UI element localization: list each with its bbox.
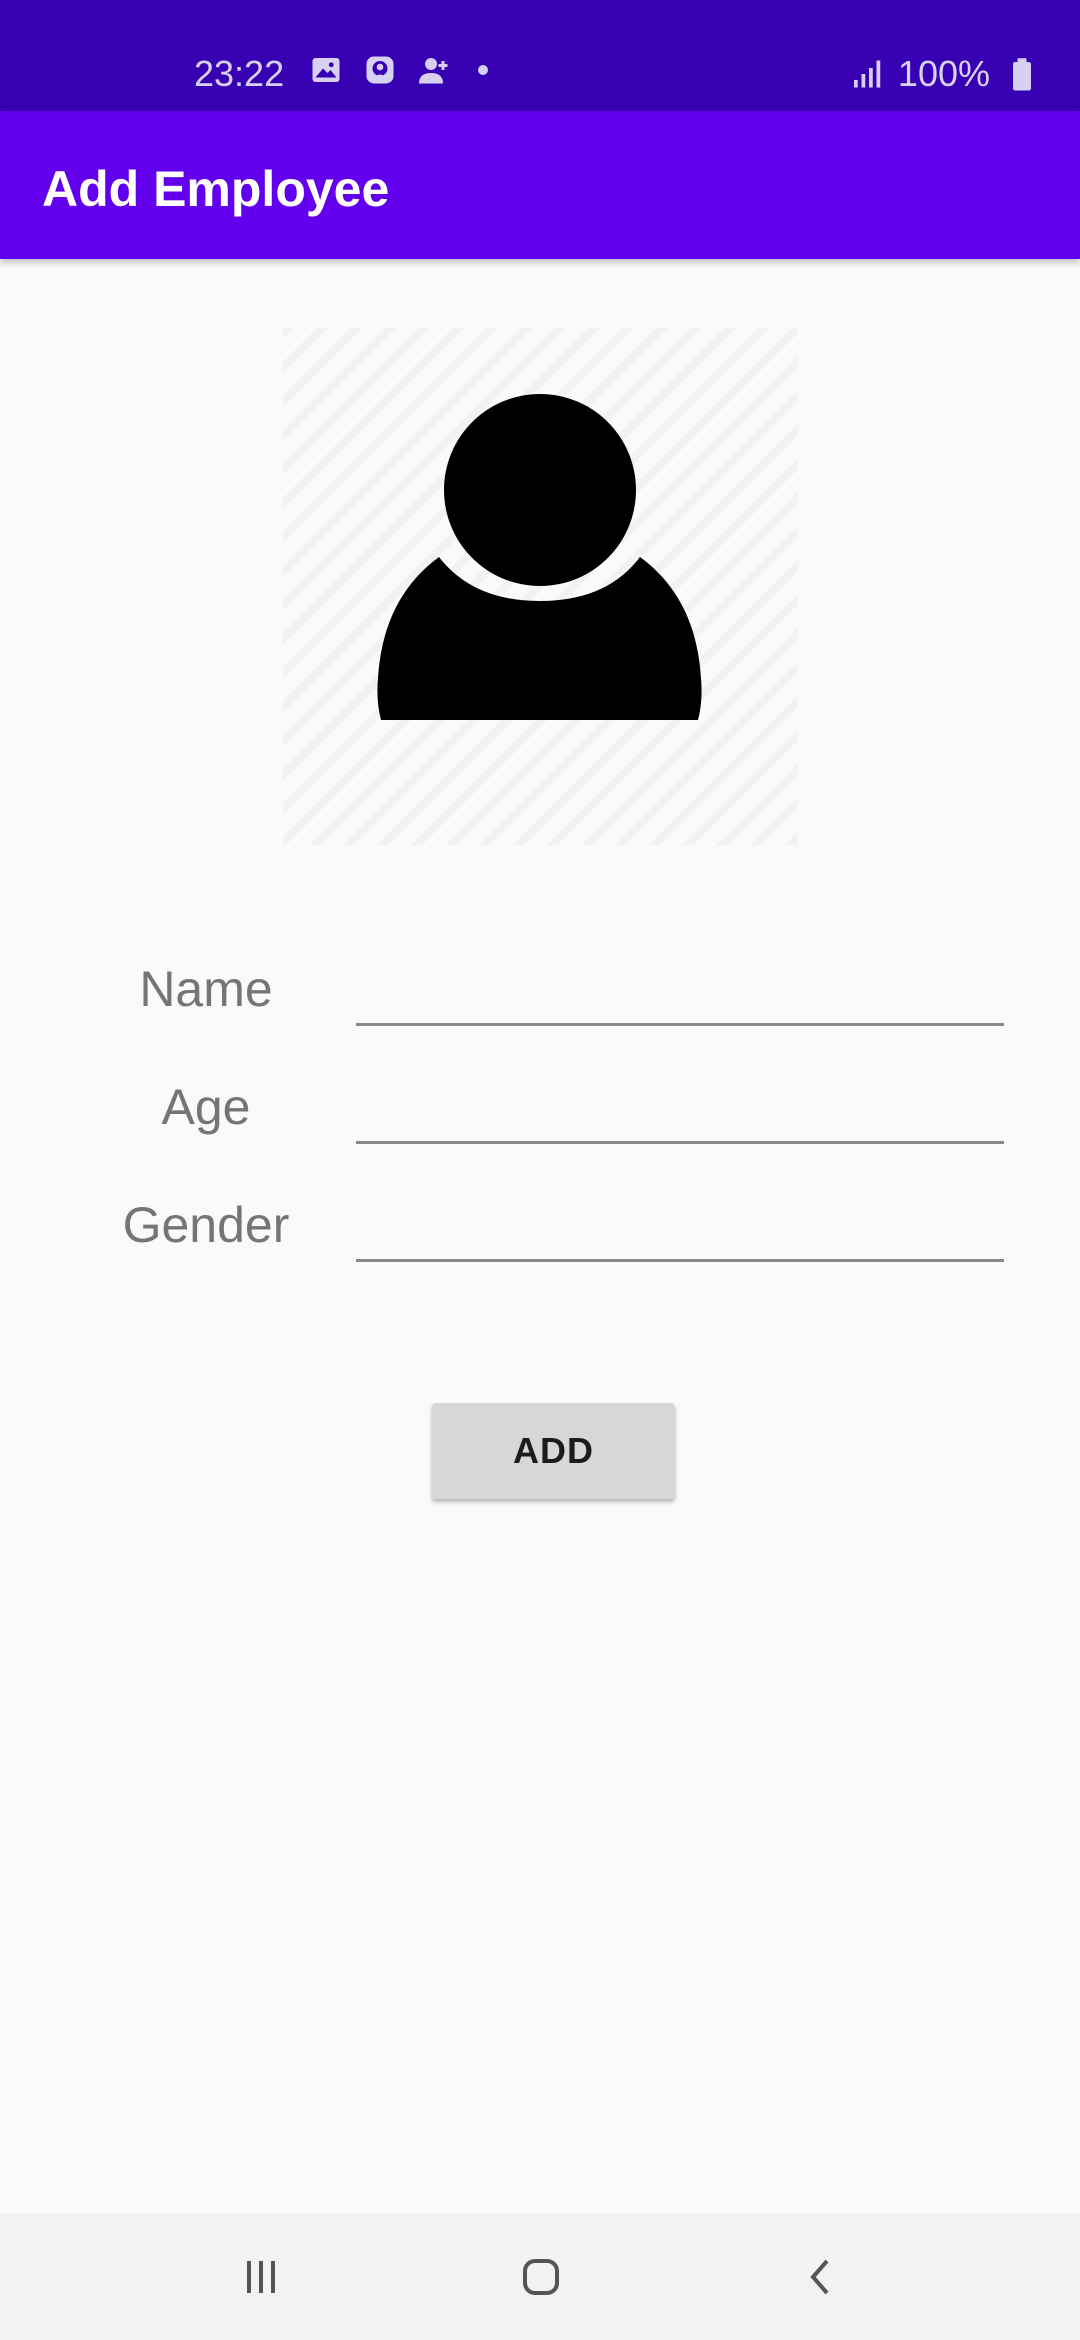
gender-label: Gender bbox=[122, 1197, 290, 1253]
name-input[interactable] bbox=[356, 953, 1004, 1023]
home-icon bbox=[523, 2258, 559, 2295]
employee-photo[interactable] bbox=[283, 328, 798, 845]
gender-field-underline bbox=[356, 1259, 1004, 1262]
gender-input[interactable] bbox=[356, 1189, 1004, 1259]
age-input[interactable] bbox=[356, 1071, 1004, 1141]
dot-icon bbox=[478, 65, 488, 75]
age-label: Age bbox=[161, 1079, 251, 1135]
signal-icon bbox=[853, 60, 881, 88]
app-bar: Add Employee bbox=[0, 111, 1080, 259]
back-icon bbox=[810, 2259, 829, 2294]
messenger-icon bbox=[366, 56, 394, 84]
back-button[interactable] bbox=[746, 2213, 896, 2340]
recent-apps-button[interactable] bbox=[186, 2213, 336, 2340]
notification-icons bbox=[308, 52, 488, 88]
status-bar: 23:22 100% bbox=[0, 0, 1080, 111]
page-title: Add Employee bbox=[42, 161, 390, 217]
status-right: 100% bbox=[848, 50, 1040, 98]
name-field-underline bbox=[356, 1023, 1004, 1026]
home-button[interactable] bbox=[466, 2213, 616, 2340]
navigation-bar bbox=[0, 2213, 1080, 2340]
age-field-underline bbox=[356, 1141, 1004, 1144]
recent-apps-icon bbox=[247, 2260, 275, 2293]
status-time: 23:22 bbox=[194, 53, 285, 94]
person-icon bbox=[377, 394, 702, 720]
add-button[interactable]: ADD bbox=[432, 1403, 675, 1499]
name-label: Name bbox=[139, 961, 273, 1017]
person-add-icon bbox=[419, 58, 448, 84]
image-icon bbox=[312, 58, 340, 82]
battery-percent: 100% bbox=[897, 53, 990, 94]
battery-icon bbox=[1013, 58, 1031, 91]
